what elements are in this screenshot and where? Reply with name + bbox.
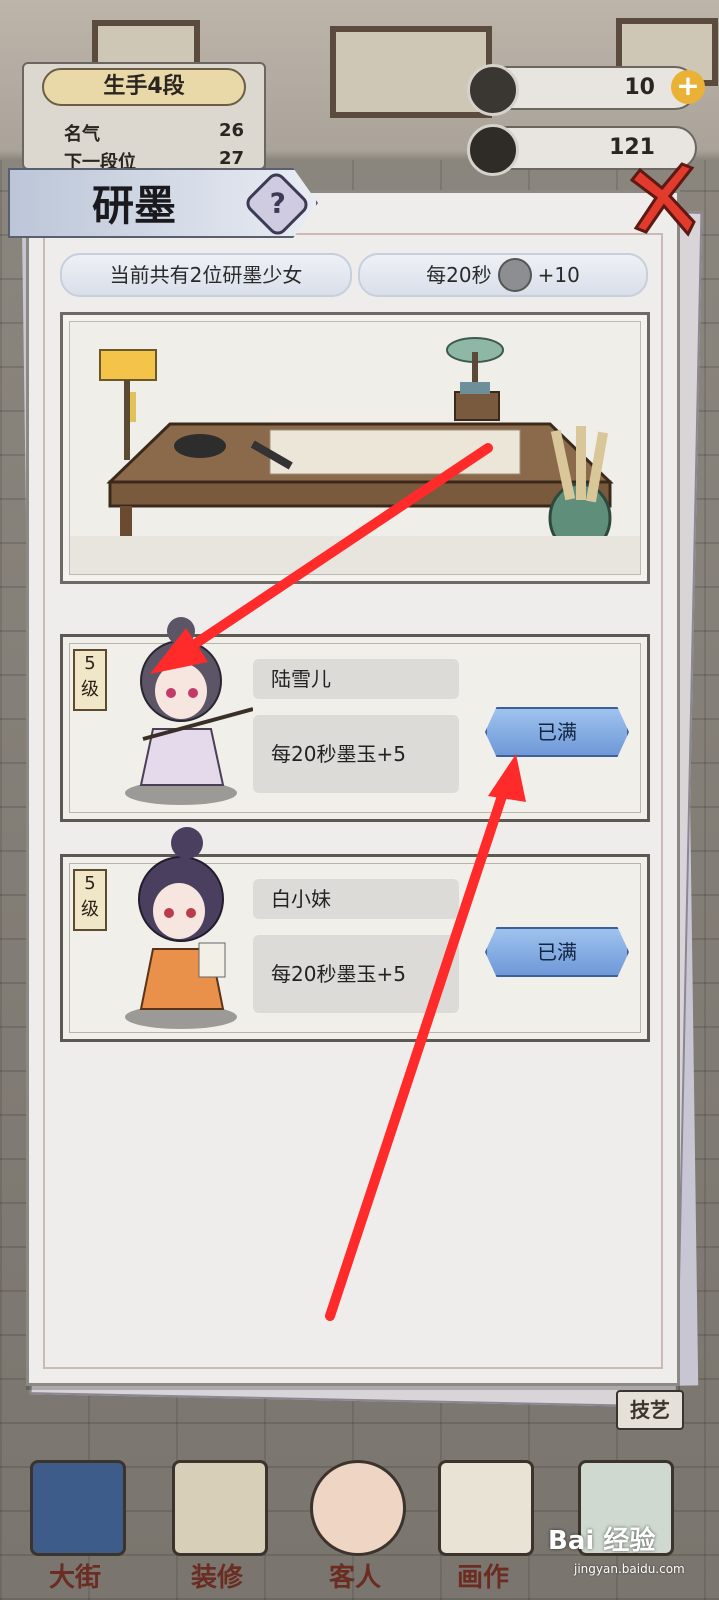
level-badge: 5 级 — [73, 869, 107, 931]
dialog-title: 研墨 — [92, 181, 177, 230]
rank-panel[interactable]: 生手4段 名气 26 下一段位 27 — [22, 62, 266, 173]
close-icon — [629, 162, 696, 237]
plant-stand — [454, 391, 500, 421]
character-name: 陆雪儿 — [253, 659, 459, 699]
nav-guests[interactable]: 客人 — [300, 1450, 410, 1600]
coin-icon — [467, 124, 519, 176]
baidu-watermark-url: jingyan.baidu.com — [574, 1562, 685, 1576]
ink-jade-amount: 10 — [624, 75, 655, 100]
guest-portrait-icon — [310, 1460, 406, 1556]
production-rate-pill: 每20秒 +10 — [358, 253, 648, 297]
ink-desk-illustration — [60, 312, 650, 584]
level-number: 5 — [84, 653, 96, 674]
nav-street-label: 大街 — [48, 1563, 101, 1593]
desk-scene — [70, 322, 640, 574]
girls-count-pill: 当前共有2位研墨少女 — [60, 253, 352, 297]
background-window — [330, 26, 492, 118]
skills-tab[interactable]: 技艺 — [616, 1390, 684, 1430]
inkstone — [174, 434, 226, 458]
baidu-watermark: Bai 经验 — [548, 1526, 656, 1556]
character-card: 5 级 白小妹 每20秒墨玉+5 已满 — [60, 827, 650, 1042]
ink-jade-icon — [497, 257, 532, 292]
decorate-book-icon — [172, 1460, 268, 1556]
character-portrait — [125, 827, 237, 1029]
fame-row: 名气 26 — [64, 120, 244, 146]
fame-value: 26 — [218, 120, 244, 141]
painting-scroll-icon — [438, 1460, 534, 1556]
character-portrait — [125, 617, 253, 805]
character-rate: 每20秒墨玉+5 — [253, 935, 459, 1013]
nav-painting[interactable]: 画作 — [428, 1450, 538, 1600]
fame-label: 名气 — [64, 124, 100, 145]
level-badge: 5 级 — [73, 649, 107, 711]
question-icon: ? — [269, 186, 286, 220]
rate-prefix: 每20秒 — [426, 263, 492, 287]
ink-jade-counter: 10 + — [467, 64, 705, 116]
coin-amount: 121 — [609, 135, 655, 160]
ink-jade-icon — [467, 64, 519, 116]
character-name: 白小妹 — [253, 879, 459, 919]
nav-decorate[interactable]: 装修 — [162, 1450, 272, 1600]
street-gate-icon — [30, 1460, 126, 1556]
add-ink-jade-button[interactable]: + — [671, 70, 705, 104]
level-number: 5 — [84, 873, 96, 894]
close-button[interactable] — [626, 162, 696, 240]
maxed-button[interactable]: 已满 — [485, 707, 629, 757]
rank-title: 生手4段 — [42, 68, 246, 106]
maxed-button[interactable]: 已满 — [485, 927, 629, 977]
nav-painting-label: 画作 — [456, 1563, 509, 1593]
rate-suffix: +10 — [537, 263, 580, 287]
next-rank-value: 27 — [218, 148, 244, 169]
nav-decorate-label: 装修 — [190, 1563, 243, 1593]
character-card: 5 级 陆雪儿 每20秒墨玉+5 已满 — [60, 617, 650, 822]
level-unit: 级 — [81, 679, 99, 700]
nav-street[interactable]: 大街 — [20, 1450, 130, 1600]
character-rate: 每20秒墨玉+5 — [253, 715, 459, 793]
nav-guests-label: 客人 — [328, 1563, 381, 1593]
level-unit: 级 — [81, 899, 99, 920]
paper-sheet — [269, 429, 521, 475]
lamp-shade — [99, 349, 157, 381]
